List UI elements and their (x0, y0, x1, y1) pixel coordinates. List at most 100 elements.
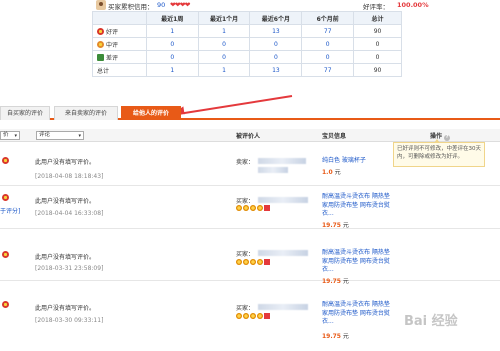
blurred-username (258, 197, 308, 203)
tab-from-buyer[interactable]: 自买家的评价 (0, 106, 50, 120)
col-rated-user: 被评价人 (236, 133, 261, 140)
count-link[interactable]: 0 (145, 50, 199, 64)
price-value: 19.75 (322, 333, 341, 340)
row-label-text: 好评 (106, 28, 119, 36)
rating-note-link[interactable]: 于评分] (0, 206, 20, 215)
count-link[interactable]: 1 (197, 24, 251, 38)
count-link[interactable]: 0 (301, 37, 355, 51)
count-link[interactable]: 0 (197, 50, 251, 64)
rated-user-role: 卖家： (236, 159, 255, 166)
count-total: 0 (353, 50, 402, 64)
rate-value: 100.00% (397, 1, 429, 9)
item-link[interactable]: 纯白色 玻璃杯子 (322, 157, 394, 166)
count-link[interactable]: 1 (145, 24, 199, 38)
table-row: 总计 1 1 13 77 90 (92, 63, 402, 77)
timestamp: [2018-03-31 23:58:09] (35, 265, 104, 272)
item-link[interactable]: 耐高温烫斗烫衣布 隔热垫 家用防烫布垫 网布烫台熨衣... (322, 193, 394, 219)
level-icon (264, 259, 270, 265)
row-label-text: 差评 (106, 54, 119, 62)
table-header-row: 最近1周 最近1个月 最近6个月 6个月前 总计 (92, 11, 402, 25)
count-link[interactable]: 13 (249, 24, 303, 38)
good-rating-icon (2, 157, 9, 164)
crown-icon (250, 205, 256, 211)
row-label: 总计 (92, 63, 147, 77)
crown-icon (243, 313, 249, 319)
rating-filter-select[interactable]: 价 ▾ (0, 131, 20, 140)
table-header-cell: 最近1个月 (197, 11, 251, 25)
price-unit: 元 (342, 222, 349, 229)
tab-given-to-others[interactable]: 给他人的评价 (121, 106, 181, 120)
buyer-rank-badges (236, 205, 270, 213)
row-label: 差评 (92, 50, 147, 64)
timestamp: [2018-04-04 16:33:08] (35, 210, 104, 217)
list-header: 价 ▾ 评论 ▾ 被评价人 宝贝信息 操作? (0, 129, 500, 142)
good-rating-icon (2, 251, 9, 258)
rated-user-role: 买家： (236, 251, 255, 258)
blurred-username (258, 250, 308, 256)
comment-text: 此用户没有填写评价。 (35, 198, 96, 205)
info-icon[interactable]: ? (444, 135, 451, 141)
table-header-cell: 总计 (353, 11, 402, 25)
rating-tabs: 自买家的评价 来自卖家的评价 给他人的评价 (0, 104, 500, 120)
rated-user-role: 买家： (236, 305, 255, 312)
crown-icon (250, 259, 256, 265)
table-header-cell: 最近1周 (145, 11, 199, 25)
neutral-rating-icon (97, 40, 104, 48)
count-link[interactable]: 0 (301, 50, 355, 64)
item-price: 19.75 元 (322, 331, 349, 340)
comment-filter-select[interactable]: 评论 ▾ (36, 131, 84, 140)
comment-text: 此用户没有填写评价。 (35, 305, 96, 312)
blurred-username (258, 167, 288, 173)
good-rating-icon (2, 194, 9, 201)
count-link[interactable]: 0 (249, 37, 303, 51)
rate-label: 好评率： (363, 3, 389, 11)
item-link[interactable]: 耐高温烫斗烫衣布 隔热垫 家用防烫布垫 网布烫台熨衣... (322, 301, 394, 327)
count-total: 90 (353, 63, 402, 77)
count-total: 0 (353, 37, 402, 51)
count-link[interactable]: 0 (249, 50, 303, 64)
count-total: 90 (353, 24, 402, 38)
blurred-username (258, 304, 308, 310)
count-link[interactable]: 1 (145, 63, 199, 77)
rating-summary-table: 最近1周 最近1个月 最近6个月 6个月前 总计 好评 1 1 13 77 90… (92, 11, 402, 77)
blurred-username (258, 158, 306, 164)
timestamp: [2018-04-08 18:18:43] (35, 173, 104, 180)
buyer-rank-badges (236, 259, 270, 267)
count-link[interactable]: 77 (301, 24, 355, 38)
count-link[interactable]: 1 (197, 63, 251, 77)
chevron-down-icon: ▾ (78, 133, 81, 139)
level-icon (264, 205, 270, 211)
table-row: 差评 0 0 0 0 0 (92, 50, 402, 64)
price-unit: 元 (342, 333, 349, 340)
crown-icon (236, 259, 242, 265)
item-link[interactable]: 耐高温烫斗烫衣布 隔热垫 家用防烫布垫 网布烫台熨衣... (322, 249, 394, 275)
table-row: 此用户没有填写评价。 [2018-04-08 18:18:43] 卖家： 纯白色… (0, 143, 500, 186)
count-link[interactable]: 0 (145, 37, 199, 51)
count-link[interactable]: 0 (197, 37, 251, 51)
row-label: 中评 (92, 37, 147, 51)
select-value: 价 (3, 132, 9, 138)
credit-score-link[interactable]: 90 (157, 1, 165, 9)
table-row: 中评 0 0 0 0 0 (92, 37, 402, 51)
table-header-cell (92, 11, 147, 25)
col-item-info: 宝贝信息 (322, 133, 347, 140)
level-icon (264, 313, 270, 319)
chevron-down-icon: ▾ (14, 133, 17, 139)
count-link[interactable]: 13 (249, 63, 303, 77)
table-header-cell: 6个月前 (301, 11, 355, 25)
crown-icon (236, 313, 242, 319)
tab-from-seller[interactable]: 来自卖家的评价 (54, 106, 118, 120)
comment-text: 此用户没有填写评价。 (35, 254, 96, 261)
avatar (96, 0, 106, 10)
count-link[interactable]: 77 (301, 63, 355, 77)
table-header-cell: 最近6个月 (249, 11, 303, 25)
timestamp: [2018-03-30 09:33:11] (35, 317, 104, 324)
heart-rank-icon: ❤❤❤❤ (170, 1, 190, 9)
bad-rating-icon (97, 53, 104, 61)
item-price: 19.75 元 (322, 220, 349, 229)
good-rating-icon (2, 301, 9, 308)
credit-bar: 买家累积信用： 90 ❤❤❤❤ 好评率： 100.00% (96, 0, 500, 11)
credit-label: 买家累积信用： (108, 3, 154, 11)
good-rating-icon (97, 27, 104, 35)
crown-icon (257, 205, 263, 211)
